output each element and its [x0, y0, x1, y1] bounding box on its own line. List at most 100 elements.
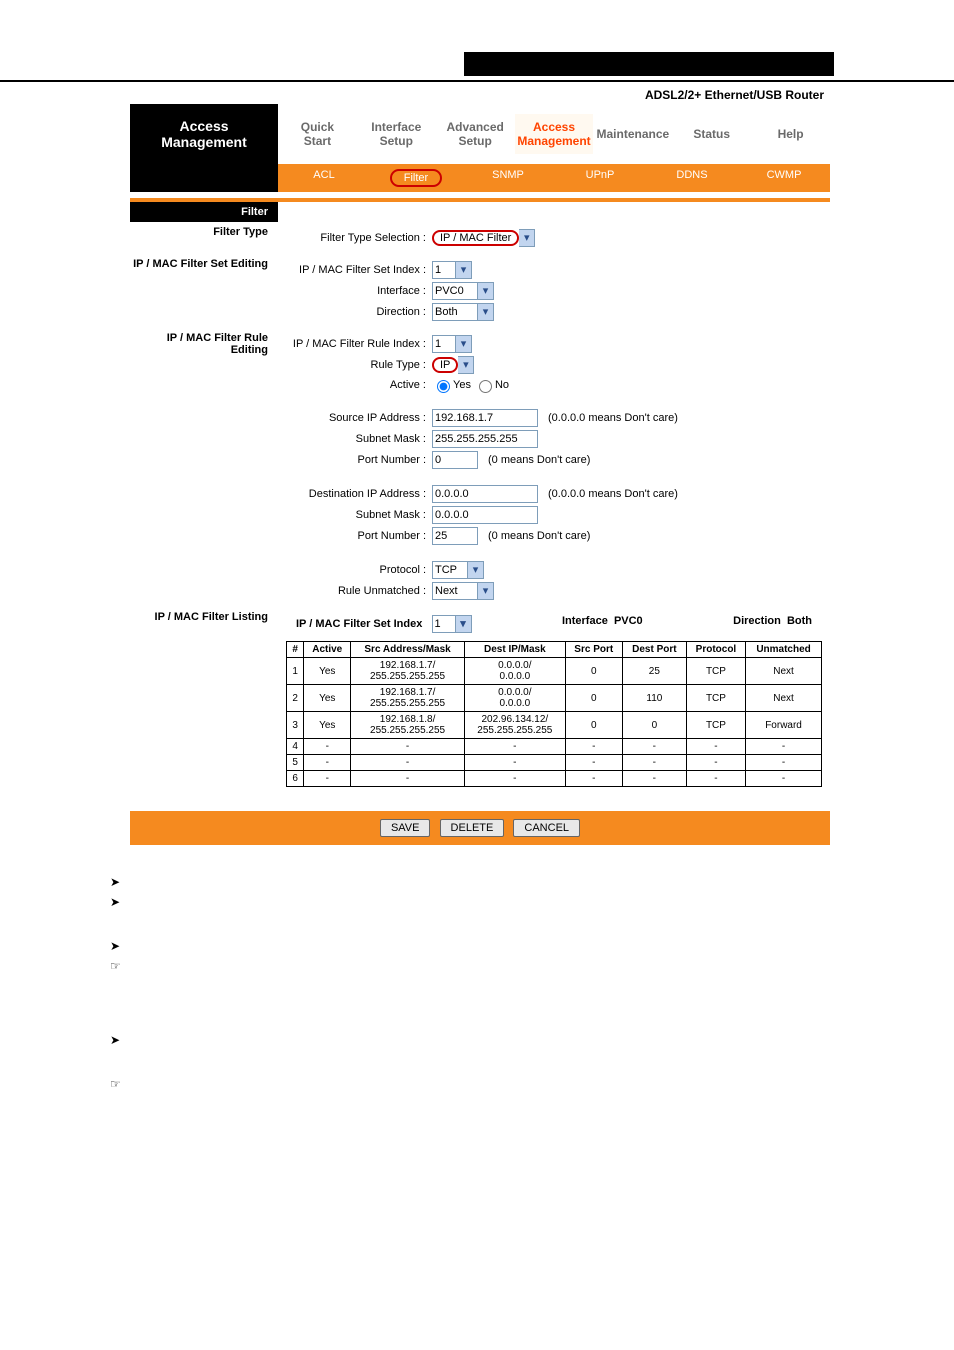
- listing-setindex-select[interactable]: [432, 615, 456, 633]
- subtab-cwmp[interactable]: CWMP: [738, 164, 830, 192]
- src-mask-input[interactable]: [432, 430, 538, 448]
- chevron-down-icon[interactable]: ▾: [456, 335, 472, 353]
- chevron-down-icon[interactable]: ▾: [519, 229, 535, 247]
- dst-port-hint: (0 means Don't care): [488, 530, 590, 542]
- rule-index-select[interactable]: [432, 335, 456, 353]
- direction-label: Direction :: [286, 306, 426, 318]
- chevron-down-icon[interactable]: ▾: [468, 561, 484, 579]
- main-tabs: Quick Start Interface Setup Advanced Set…: [278, 104, 830, 164]
- table-cell: -: [304, 755, 351, 771]
- rule-type-value: IP: [432, 357, 458, 373]
- table-cell: 2: [287, 685, 304, 712]
- table-row[interactable]: 1Yes192.168.1.7/ 255.255.255.2550.0.0.0/…: [287, 658, 822, 685]
- subtab-snmp[interactable]: SNMP: [462, 164, 554, 192]
- active-yes-text: Yes: [453, 379, 471, 391]
- table-cell: -: [351, 755, 465, 771]
- table-cell: Next: [746, 658, 822, 685]
- src-mask-label: Subnet Mask :: [286, 433, 426, 445]
- src-port-input[interactable]: [432, 451, 478, 469]
- table-cell: 0: [622, 712, 686, 739]
- table-cell: -: [686, 739, 745, 755]
- chevron-down-icon[interactable]: ▾: [478, 303, 494, 321]
- table-header: Dest IP/Mask: [465, 642, 566, 658]
- direction-select[interactable]: [432, 303, 478, 321]
- brand-line1: Access: [130, 118, 278, 134]
- dst-mask-label: Subnet Mask :: [286, 509, 426, 521]
- chevron-down-icon[interactable]: ▾: [456, 261, 472, 279]
- brand-panel: Access Management: [130, 104, 278, 164]
- table-cell: 192.168.1.7/ 255.255.255.255: [351, 658, 465, 685]
- table-header: Src Port: [565, 642, 622, 658]
- tab-quick-start[interactable]: Quick Start: [278, 114, 357, 154]
- hand-icon: ☞: [110, 959, 130, 973]
- interface-select[interactable]: [432, 282, 478, 300]
- chevron-down-icon[interactable]: ▾: [458, 356, 474, 374]
- footer-bullets: ➤ ➤ ➤ ☞ ➤ ☞: [110, 875, 954, 1091]
- table-cell: -: [351, 771, 465, 787]
- table-row[interactable]: 4-------: [287, 739, 822, 755]
- table-cell: TCP: [686, 712, 745, 739]
- table-cell: -: [351, 739, 465, 755]
- active-no-radio[interactable]: [479, 380, 492, 393]
- table-row[interactable]: 6-------: [287, 771, 822, 787]
- table-cell: 3: [287, 712, 304, 739]
- filter-type-row: Filter Type Selection : IP / MAC Filter …: [286, 229, 822, 247]
- filter-type-label: Filter Type Selection :: [286, 232, 426, 244]
- table-cell: -: [622, 771, 686, 787]
- tab-access-management[interactable]: Access Management: [515, 114, 594, 154]
- subtab-filter[interactable]: Filter: [370, 164, 462, 192]
- tab-help[interactable]: Help: [751, 121, 830, 147]
- tab-maintenance[interactable]: Maintenance: [593, 121, 672, 147]
- table-cell: 110: [622, 685, 686, 712]
- dst-ip-input[interactable]: [432, 485, 538, 503]
- listing-dir-lbl: Direction: [733, 615, 781, 627]
- table-cell: -: [304, 739, 351, 755]
- save-button[interactable]: SAVE: [380, 819, 431, 837]
- unmatched-select[interactable]: [432, 582, 478, 600]
- cancel-button[interactable]: CANCEL: [513, 819, 580, 837]
- src-ip-hint: (0.0.0.0 means Don't care): [548, 412, 678, 424]
- bullet-icon: ➤: [110, 875, 130, 889]
- section-rule-editing: IP / MAC Filter Rule Editing: [130, 328, 278, 607]
- tab-advanced-setup[interactable]: Advanced Setup: [436, 114, 515, 154]
- table-cell: 192.168.1.8/ 255.255.255.255: [351, 712, 465, 739]
- table-cell: 1: [287, 658, 304, 685]
- table-cell: -: [565, 755, 622, 771]
- subtab-ddns[interactable]: DDNS: [646, 164, 738, 192]
- table-header: #: [287, 642, 304, 658]
- protocol-select[interactable]: [432, 561, 468, 579]
- tab-interface-setup[interactable]: Interface Setup: [357, 114, 436, 154]
- set-index-select[interactable]: [432, 261, 456, 279]
- delete-button[interactable]: DELETE: [440, 819, 505, 837]
- chevron-down-icon[interactable]: ▾: [456, 615, 472, 633]
- dst-mask-input[interactable]: [432, 506, 538, 524]
- table-cell: -: [465, 771, 566, 787]
- table-cell: 0: [565, 685, 622, 712]
- table-cell: 4: [287, 739, 304, 755]
- dst-port-input[interactable]: [432, 527, 478, 545]
- tab-status[interactable]: Status: [672, 121, 751, 147]
- table-cell: -: [465, 755, 566, 771]
- chevron-down-icon[interactable]: ▾: [478, 582, 494, 600]
- unmatched-label: Rule Unmatched :: [286, 585, 426, 597]
- table-cell: 0: [565, 658, 622, 685]
- dst-port-label: Port Number :: [286, 530, 426, 542]
- table-cell: 0.0.0.0/ 0.0.0.0: [465, 685, 566, 712]
- listing-dir-val: Both: [787, 615, 812, 627]
- subtab-acl[interactable]: ACL: [278, 164, 370, 192]
- interface-label: Interface :: [286, 285, 426, 297]
- table-cell: -: [746, 739, 822, 755]
- table-row[interactable]: 5-------: [287, 755, 822, 771]
- table-cell: Yes: [304, 658, 351, 685]
- table-row[interactable]: 2Yes192.168.1.7/ 255.255.255.2550.0.0.0/…: [287, 685, 822, 712]
- src-ip-input[interactable]: [432, 409, 538, 427]
- header-black-block: [464, 52, 834, 76]
- table-row[interactable]: 3Yes192.168.1.8/ 255.255.255.255202.96.1…: [287, 712, 822, 739]
- active-yes-radio[interactable]: [437, 380, 450, 393]
- chevron-down-icon[interactable]: ▾: [478, 282, 494, 300]
- listing-setindex-lbl: IP / MAC Filter Set Index: [296, 618, 422, 630]
- hand-icon: ☞: [110, 1077, 130, 1091]
- table-header: Protocol: [686, 642, 745, 658]
- subtab-upnp[interactable]: UPnP: [554, 164, 646, 192]
- set-index-label: IP / MAC Filter Set Index :: [286, 264, 426, 276]
